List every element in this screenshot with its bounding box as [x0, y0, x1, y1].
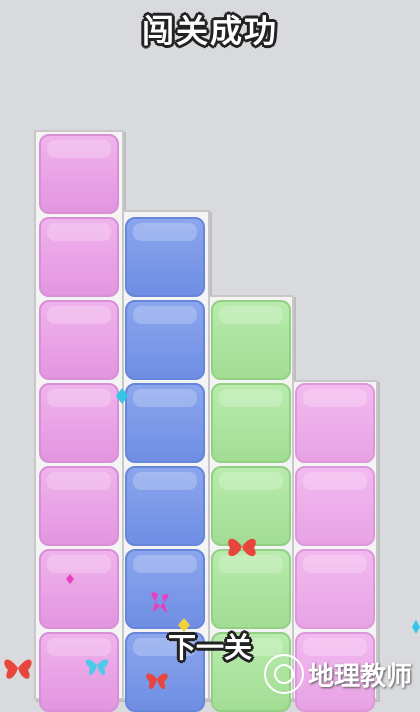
block-pink — [39, 383, 119, 463]
block-pink — [39, 466, 119, 546]
block-green — [211, 300, 291, 380]
block-pink — [295, 383, 375, 463]
butterfly-confetti-icon — [85, 659, 109, 676]
block-pink — [39, 300, 119, 380]
block-blue — [125, 466, 205, 546]
butterfly-confetti-icon — [228, 538, 256, 557]
block-blue — [125, 217, 205, 297]
watermark-text: 地理教师 — [307, 661, 412, 692]
sparkle-confetti-icon — [412, 620, 420, 634]
block-blue — [125, 383, 205, 463]
next-level-button[interactable]: 下一关 — [145, 626, 275, 670]
block-board — [0, 0, 420, 712]
block-pink — [295, 549, 375, 629]
block-pink — [295, 466, 375, 546]
block-green — [211, 383, 291, 463]
watermark-logo-icon — [263, 654, 304, 694]
block-pink — [39, 549, 119, 629]
block-pink — [39, 134, 119, 214]
watermark: 地理教师 — [263, 652, 412, 696]
block-pink — [39, 217, 119, 297]
sparkle-confetti-icon — [116, 388, 128, 404]
block-blue — [125, 300, 205, 380]
butterfly-confetti-icon — [151, 592, 169, 613]
butterfly-confetti-icon — [4, 659, 32, 679]
sparkle-confetti-icon — [66, 574, 74, 584]
